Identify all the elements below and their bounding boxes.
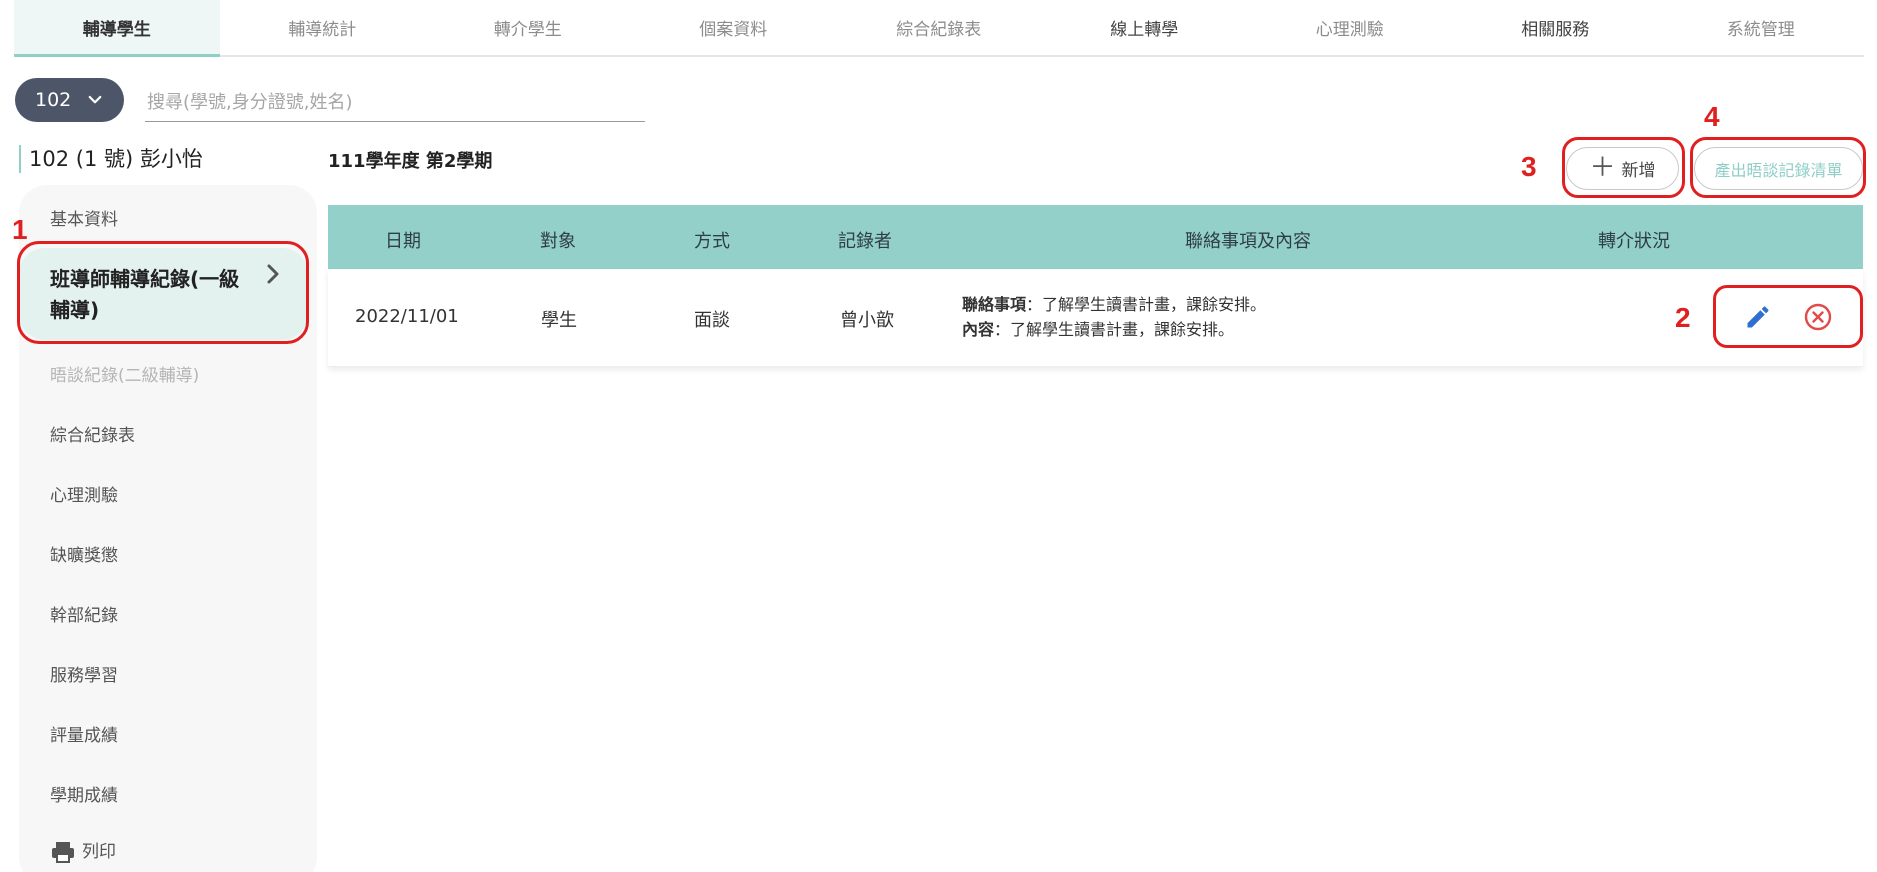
annotation-number-3: 3: [1521, 151, 1537, 182]
close-circle-icon: [1804, 303, 1832, 331]
top-navigation: 輔導學生 輔導統計 轉介學生 個案資料 綜合紀錄表 線上轉學 心理測驗 相關服務…: [14, 0, 1864, 57]
add-button-label: 新增: [1621, 161, 1656, 181]
tab-comprehensive-record[interactable]: 綜合紀錄表: [836, 0, 1042, 55]
pencil-icon: [1747, 306, 1769, 328]
sidebar-item-assessment-scores[interactable]: 評量成績: [50, 721, 118, 746]
chevron-down-icon: [88, 95, 102, 104]
sidebar-item-homeroom-counseling[interactable]: 班導師輔導紀錄(一級輔導): [19, 248, 308, 340]
sidebar-item-semester-grades[interactable]: 學期成績: [50, 781, 118, 806]
cell-target: 學生: [541, 310, 577, 331]
header-method: 方式: [694, 231, 730, 252]
table-header: 日期 對象 方式 記錄者 聯絡事項及內容 轉介狀況: [328, 205, 1863, 269]
header-referral-status: 轉介狀況: [1598, 231, 1670, 252]
tab-psych-tests[interactable]: 心理測驗: [1247, 0, 1453, 55]
header-target: 對象: [540, 231, 576, 252]
export-button-label: 產出晤談記錄清單: [1714, 160, 1843, 180]
annotation-number-4: 4: [1704, 101, 1720, 132]
cell-contact-content: 聯絡事項：了解學生讀書計畫，課餘安排。 內容：了解學生讀書計畫，課餘安排。: [962, 292, 1266, 342]
plus-icon: ＋: [1589, 152, 1616, 183]
export-interview-list-button[interactable]: 產出晤談記錄清單: [1694, 147, 1863, 190]
sidebar-item-attendance[interactable]: 缺曠獎懲: [50, 541, 118, 566]
sidebar-item-comprehensive-record[interactable]: 綜合紀錄表: [50, 421, 135, 446]
records-table: 日期 對象 方式 記錄者 聯絡事項及內容 轉介狀況 2022/11/01 學生 …: [328, 205, 1863, 367]
header-date: 日期: [385, 231, 421, 252]
content-text: ：了解學生讀書計畫，課餘安排。: [994, 320, 1235, 339]
tab-online-transfer[interactable]: 線上轉學: [1042, 0, 1248, 55]
class-select-dropdown[interactable]: 102: [15, 78, 124, 122]
table-row: 2022/11/01 學生 面談 曾小歆 聯絡事項：了解學生讀書計畫，課餘安排。…: [328, 269, 1863, 367]
add-record-button[interactable]: ＋ 新增: [1566, 147, 1679, 190]
annotation-number-1: 1: [12, 214, 28, 245]
sidebar-item-service-learning[interactable]: 服務學習: [50, 661, 118, 686]
class-select-value: 102: [35, 89, 72, 111]
sidebar-item-interview-records: 晤談紀錄(二級輔導): [50, 366, 200, 386]
contact-text: ：了解學生讀書計畫，課餘安排。: [1026, 295, 1267, 314]
printer-icon: [52, 842, 74, 863]
tab-counseling-statistics[interactable]: 輔導統計: [220, 0, 426, 55]
content-label: 內容: [962, 320, 995, 339]
tab-referral-students[interactable]: 轉介學生: [425, 0, 631, 55]
student-title: 102 (1 號) 彭小怡: [19, 145, 203, 173]
cell-recorder: 曾小歆: [840, 310, 894, 331]
tab-related-services[interactable]: 相關服務: [1453, 0, 1659, 55]
term-title: 111學年度 第2學期: [328, 151, 493, 172]
tab-counseling-students[interactable]: 輔導學生: [14, 0, 220, 57]
search-input[interactable]: [145, 84, 645, 122]
contact-label: 聯絡事項: [962, 295, 1027, 314]
sidebar-item-cadre-records[interactable]: 幹部紀錄: [50, 601, 118, 626]
content-line: 內容：了解學生讀書計畫，課餘安排。: [962, 317, 1266, 342]
edit-button[interactable]: [1743, 302, 1773, 332]
sidebar-item-label: 列印: [82, 842, 116, 862]
annotation-number-2: 2: [1675, 302, 1691, 333]
contact-line: 聯絡事項：了解學生讀書計畫，課餘安排。: [962, 292, 1266, 317]
delete-button[interactable]: [1803, 302, 1833, 332]
tab-case-records[interactable]: 個案資料: [631, 0, 837, 55]
chevron-right-icon: [267, 264, 279, 284]
sidebar-item-print[interactable]: 列印: [50, 837, 116, 864]
sidebar-item-label: 班導師輔導紀錄(一級輔導): [50, 267, 240, 322]
sidebar-item-basic-info[interactable]: 基本資料: [50, 205, 118, 230]
tab-system-management[interactable]: 系統管理: [1658, 0, 1864, 55]
header-recorder: 記錄者: [838, 231, 892, 252]
cell-date: 2022/11/01: [355, 306, 459, 327]
sidebar-item-psych-tests[interactable]: 心理測驗: [50, 481, 118, 506]
header-contact-content: 聯絡事項及內容: [1185, 231, 1311, 252]
cell-method: 面談: [694, 310, 730, 331]
